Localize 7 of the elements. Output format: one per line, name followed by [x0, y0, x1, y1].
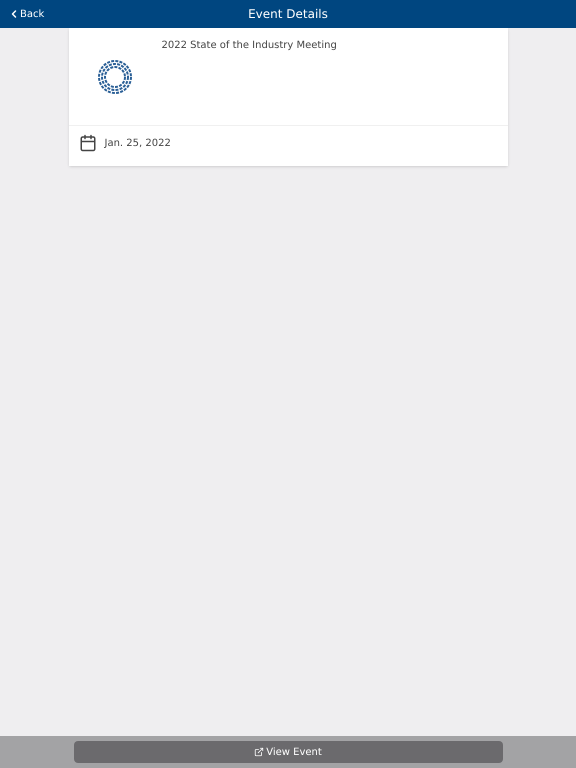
event-date: Jan. 25, 2022: [104, 136, 171, 150]
external-link-icon: [254, 747, 264, 757]
view-event-button[interactable]: View Event: [74, 741, 502, 763]
page-title: Event Details: [248, 6, 328, 23]
back-button[interactable]: Back: [8, 6, 44, 22]
calendar-icon: [78, 134, 96, 152]
event-title: 2022 State of the Industry Meeting: [162, 39, 337, 53]
